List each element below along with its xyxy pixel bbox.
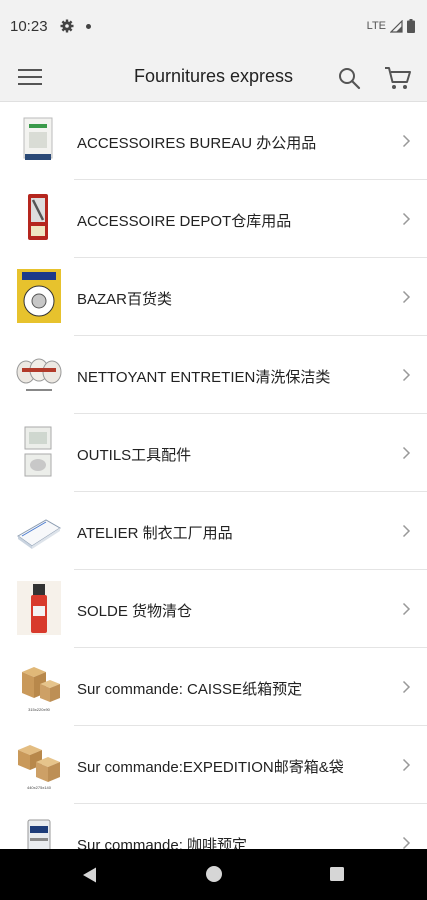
status-time: 10:23 [10, 17, 48, 35]
thumb-caption: 440x275x140 [27, 785, 52, 790]
category-label: OUTILS工具配件 [77, 447, 192, 464]
category-list[interactable]: ACCESSOIRES BUREAU 办公用品 ACCESSOIRE DEPOT… [0, 102, 427, 849]
category-row-bazar[interactable]: BAZAR百货类 [0, 258, 427, 336]
coffee-order-thumb [27, 819, 51, 849]
chevron-right-icon [402, 368, 411, 382]
chevron-right-icon [402, 680, 411, 694]
category-label: ACCESSOIRE DEPOT仓库用品 [77, 213, 292, 230]
workshop-thumb [17, 519, 61, 549]
notification-dot-icon [85, 23, 91, 29]
category-row-caisse[interactable]: 315x220x90 Sur commande: CAISSE纸箱预定 [0, 648, 427, 726]
category-row-outils[interactable]: OUTILS工具配件 [0, 414, 427, 492]
category-row-accessoire-depot[interactable]: ACCESSOIRE DEPOT仓库用品 [0, 180, 427, 258]
thumb-caption: 315x220x90 [28, 707, 51, 712]
chevron-right-icon [402, 758, 411, 772]
category-row-cafe[interactable]: Sur commande: 咖啡预定 [0, 804, 427, 849]
chevron-right-icon [402, 602, 411, 616]
category-label: ACCESSOIRES BUREAU 办公用品 [77, 135, 317, 152]
menu-icon[interactable] [18, 68, 42, 86]
cleaning-thumb [16, 358, 62, 391]
chevron-right-icon [402, 134, 411, 148]
battery-icon [407, 19, 415, 33]
category-label: Sur commande:EXPEDITION邮寄箱&袋 [77, 759, 344, 776]
status-indicators: LTE [367, 19, 415, 33]
status-bar: 10:23 LTE [0, 0, 427, 52]
chevron-right-icon [402, 446, 411, 460]
category-label: SOLDE 货物清仓 [77, 603, 193, 620]
home-icon[interactable] [205, 865, 223, 883]
category-row-atelier[interactable]: ATELIER 制衣工厂用品 [0, 492, 427, 570]
category-row-accessoires-bureau[interactable]: ACCESSOIRES BUREAU 办公用品 [0, 102, 427, 180]
category-label: Sur commande: CAISSE纸箱预定 [77, 681, 303, 698]
chevron-right-icon [402, 524, 411, 538]
boxes-order-thumb: 315x220x90 [22, 667, 60, 712]
category-label: ATELIER 制衣工厂用品 [77, 525, 233, 542]
search-icon[interactable] [337, 66, 361, 90]
clearance-thumb [17, 581, 61, 635]
shipping-order-thumb: 440x275x140 [18, 745, 60, 790]
category-row-expedition[interactable]: 440x275x140 Sur commande:EXPEDITION邮寄箱&袋 [0, 726, 427, 804]
tools-thumb [24, 426, 52, 477]
category-row-nettoyant-entretien[interactable]: NETTOYANT ENTRETIEN清洗保洁类 [0, 336, 427, 414]
cart-icon[interactable] [384, 65, 412, 91]
office-supplies-thumb [23, 117, 53, 160]
category-label: Sur commande: 咖啡预定 [77, 837, 248, 849]
warehouse-supplies-thumb [28, 194, 48, 240]
chevron-right-icon [402, 212, 411, 226]
system-nav-bar [0, 849, 427, 900]
back-icon[interactable] [81, 866, 99, 884]
category-label: NETTOYANT ENTRETIEN清洗保洁类 [77, 369, 331, 386]
chevron-right-icon [402, 290, 411, 304]
app-bar: Fournitures express [0, 52, 427, 102]
category-label: BAZAR百货类 [77, 291, 173, 308]
chevron-right-icon [402, 836, 411, 849]
network-type: LTE [366, 20, 386, 32]
category-row-solde[interactable]: SOLDE 货物清仓 [0, 570, 427, 648]
gear-icon [60, 19, 74, 33]
bazaar-thumb [17, 269, 61, 323]
signal-icon [390, 19, 403, 33]
page-title: Fournitures express [133, 66, 294, 86]
recents-icon[interactable] [329, 866, 345, 882]
